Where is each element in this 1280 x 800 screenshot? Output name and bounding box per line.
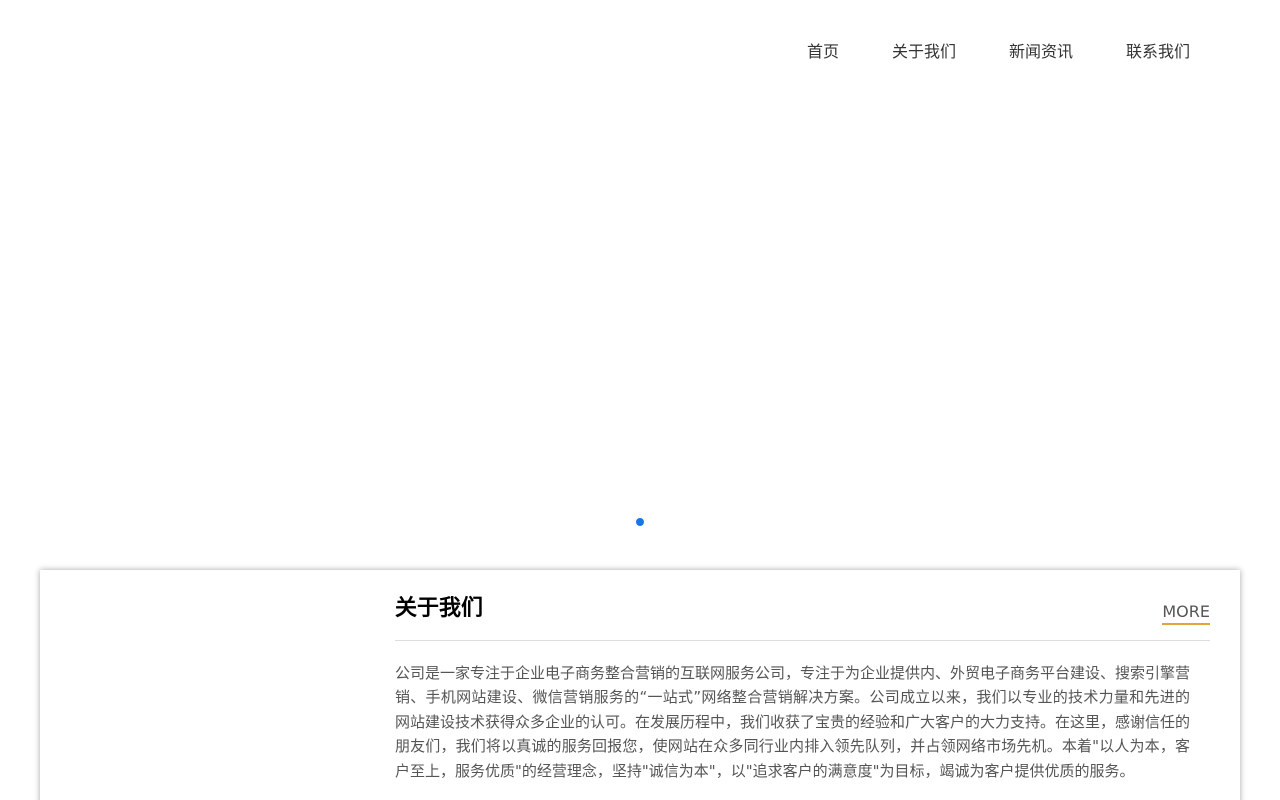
main-nav: 首页 关于我们 新闻资讯 联系我们 — [807, 38, 1190, 66]
about-description: 公司是一家专注于企业电子商务整合营销的互联网服务公司，专注于为企业提供内、外贸电… — [395, 664, 1190, 780]
about-content: 关于我们 MORE 公司是一家专注于企业电子商务整合营销的互联网服务公司，专注于… — [395, 590, 1210, 783]
carousel-pagination — [0, 518, 1280, 526]
about-section: 关于我们 MORE 公司是一家专注于企业电子商务整合营销的互联网服务公司，专注于… — [40, 570, 1240, 800]
nav-item-news[interactable]: 新闻资讯 — [1009, 38, 1073, 66]
about-image — [60, 590, 360, 800]
logo[interactable] — [90, 20, 290, 80]
banner-carousel[interactable] — [0, 100, 1280, 540]
nav-item-home[interactable]: 首页 — [807, 38, 839, 66]
about-title: 关于我们 — [395, 596, 484, 621]
carousel-dot-active[interactable] — [636, 518, 644, 526]
about-header: 关于我们 MORE — [395, 590, 1210, 641]
page: 首页 关于我们 新闻资讯 联系我们 关于我们 MORE 公司是一家专注于企业电子… — [0, 0, 1280, 800]
more-link[interactable]: MORE — [1162, 602, 1210, 625]
nav-item-about[interactable]: 关于我们 — [892, 38, 956, 66]
site-header: 首页 关于我们 新闻资讯 联系我们 — [0, 0, 1280, 100]
nav-item-contact[interactable]: 联系我们 — [1126, 38, 1190, 66]
